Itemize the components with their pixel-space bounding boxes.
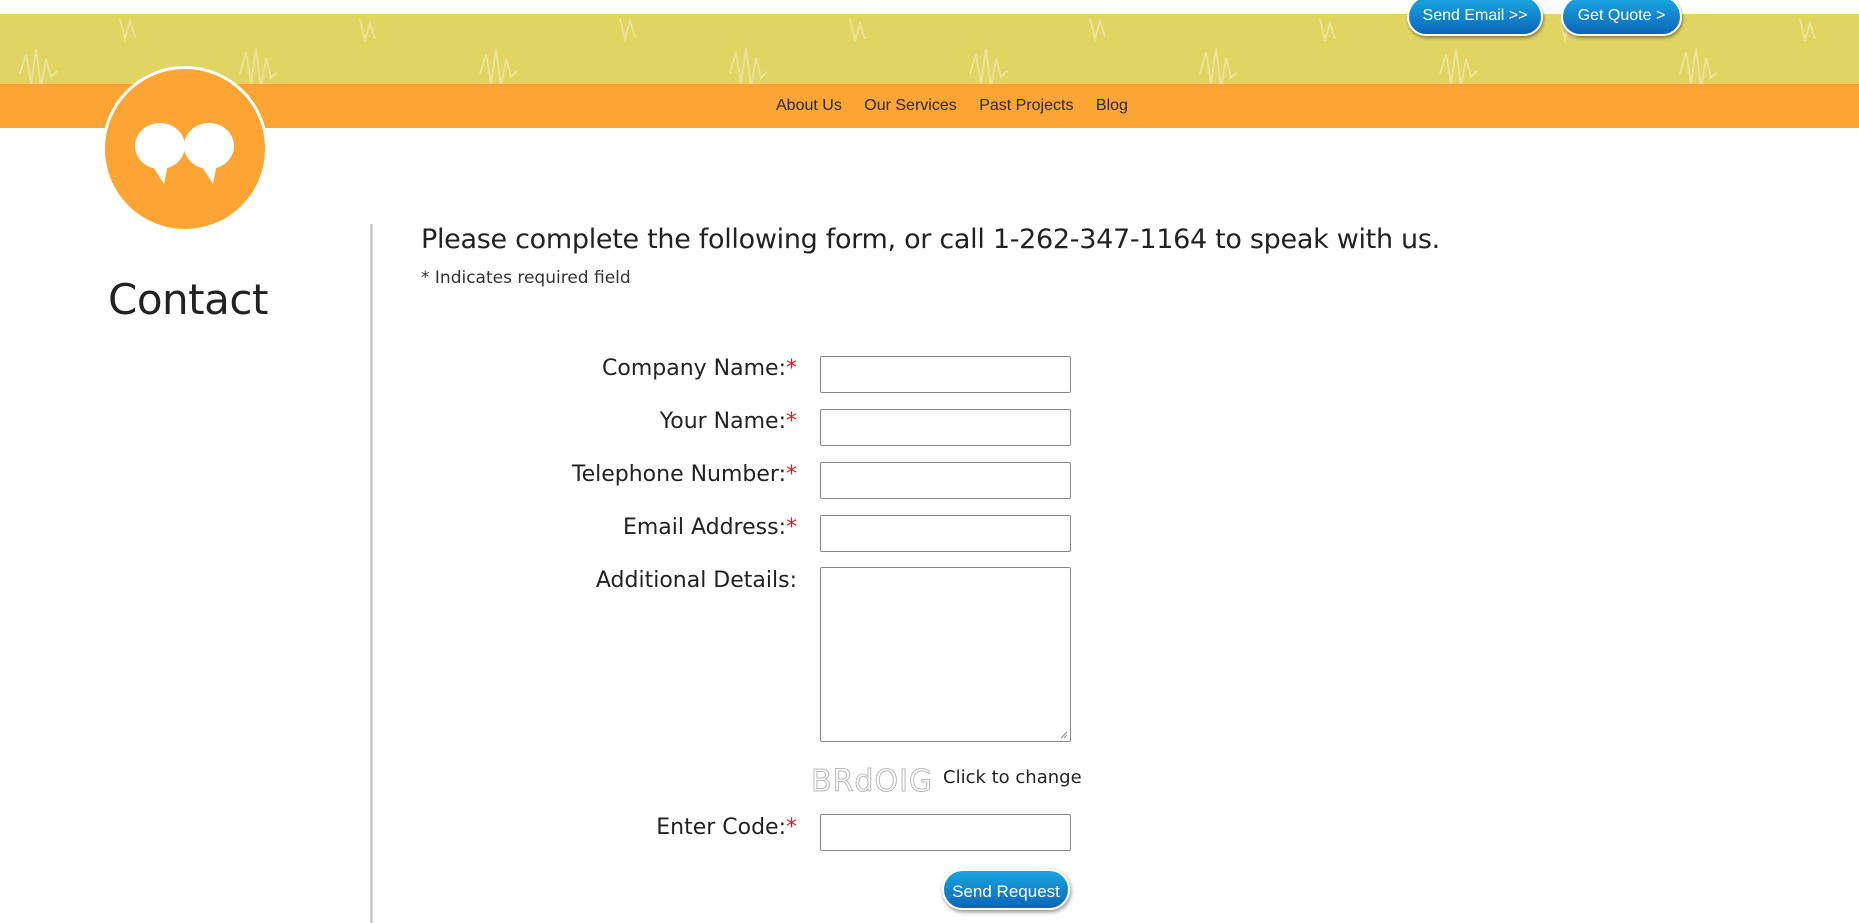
email-address-label: Email Address:* xyxy=(622,515,797,540)
send-request-button[interactable]: Send Request xyxy=(942,869,1070,910)
company-name-input[interactable] xyxy=(820,356,1071,393)
nav-our-services[interactable]: Our Services xyxy=(864,84,956,128)
your-name-input[interactable] xyxy=(820,409,1071,446)
nav-about-us[interactable]: About Us xyxy=(776,84,842,128)
nav-bar: About Us Our Services Past Projects Blog xyxy=(0,84,1859,128)
company-name-label: Company Name:* xyxy=(602,356,797,381)
additional-details-textarea[interactable] xyxy=(820,567,1071,742)
quote-marks-icon xyxy=(135,123,234,184)
main-nav: About Us Our Services Past Projects Blog xyxy=(767,84,1137,128)
nav-blog[interactable]: Blog xyxy=(1096,84,1128,128)
contact-logo-badge xyxy=(102,66,268,232)
telephone-number-input[interactable] xyxy=(820,462,1071,499)
resize-handle-icon[interactable] xyxy=(1060,731,1068,739)
required-asterisk: * xyxy=(786,462,797,487)
send-email-button[interactable]: Send Email >> xyxy=(1407,0,1543,36)
get-quote-button[interactable]: Get Quote > xyxy=(1561,0,1682,36)
captcha-image: BRdOIG xyxy=(810,764,934,800)
your-name-label: Your Name:* xyxy=(659,409,797,434)
enter-code-label: Enter Code:* xyxy=(656,815,797,840)
page-title: Contact xyxy=(108,275,268,324)
nav-past-projects[interactable]: Past Projects xyxy=(979,84,1073,128)
required-asterisk: * xyxy=(786,356,797,381)
required-asterisk: * xyxy=(786,815,797,840)
form-intro-text: Please complete the following form, or c… xyxy=(421,224,1440,255)
captcha-change-link[interactable]: Click to change xyxy=(943,767,1082,788)
required-field-note: * Indicates required field xyxy=(421,268,631,288)
vertical-divider xyxy=(370,224,373,923)
required-asterisk: * xyxy=(786,409,797,434)
additional-details-label: Additional Details: xyxy=(595,568,797,593)
enter-code-input[interactable] xyxy=(820,814,1071,851)
telephone-number-label: Telephone Number:* xyxy=(571,462,797,487)
required-asterisk: * xyxy=(786,515,797,540)
email-address-input[interactable] xyxy=(820,515,1071,552)
